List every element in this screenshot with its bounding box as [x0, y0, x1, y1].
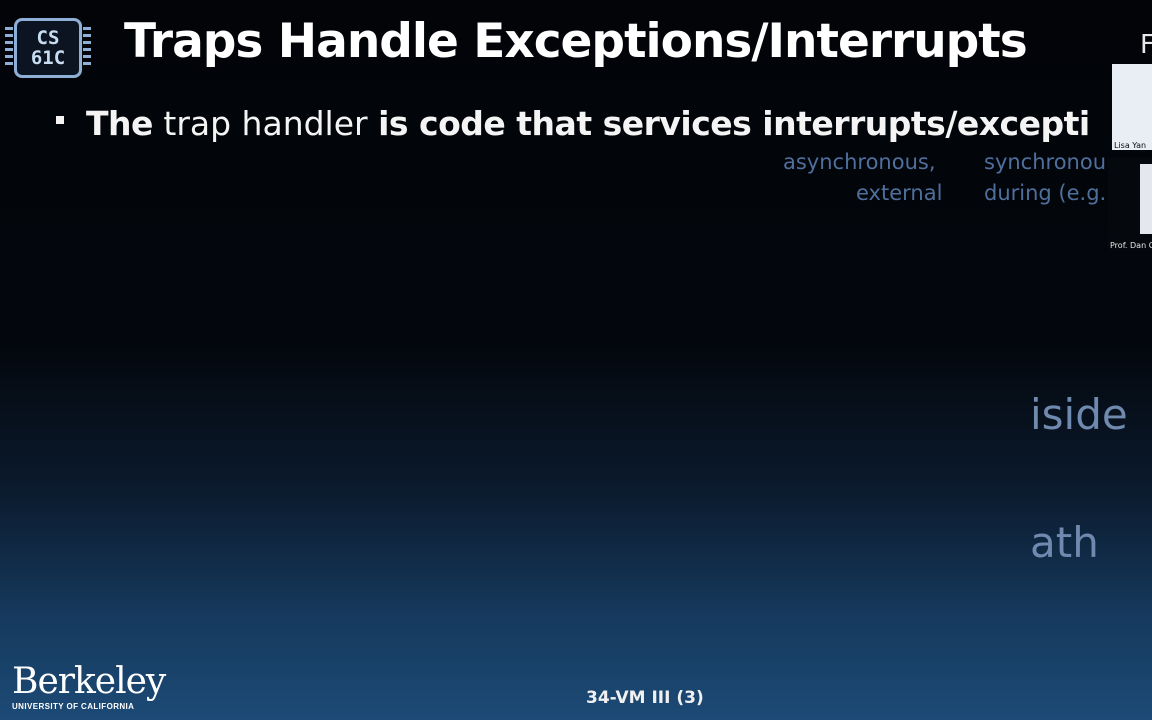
- overlay-text-async: asynchronous,: [783, 150, 936, 174]
- video-participants-panel: Lisa Yan Prof. Dan G: [1108, 62, 1152, 252]
- slide-number: 34-VM III (3): [586, 688, 704, 708]
- bullet-square-icon: [56, 115, 64, 124]
- cs61c-logo: CS 61C: [5, 18, 91, 78]
- participant-name: Lisa Yan: [1114, 141, 1147, 150]
- overlay-text-external: external: [856, 181, 943, 205]
- bullet-text-bold-2: is code that services interrupts/excepti: [378, 104, 1090, 143]
- bullet-text-bold-1: The: [86, 104, 153, 143]
- overlay-fragment-1: iside: [1030, 390, 1128, 439]
- berkeley-subtitle: UNIVERSITY OF CALIFORNIA: [12, 702, 135, 711]
- slide-title: Traps Handle Exceptions/Interrupts: [124, 14, 1028, 69]
- overlay-text-sync: synchronou: [984, 150, 1107, 174]
- berkeley-wordmark: Berkeley: [12, 661, 166, 702]
- overlay-fragment-2: ath: [1030, 518, 1099, 567]
- bullet-text-normal: trap handler: [163, 104, 368, 143]
- participant-tile[interactable]: Lisa Yan: [1112, 64, 1152, 150]
- edge-letter: F: [1140, 30, 1152, 60]
- participant-tile[interactable]: Prof. Dan G: [1108, 158, 1152, 250]
- video-feed: [1140, 164, 1152, 234]
- logo-line1: CS: [36, 27, 60, 49]
- berkeley-logo: Berkeley UNIVERSITY OF CALIFORNIA: [12, 661, 166, 712]
- logo-line2: 61C: [30, 47, 66, 69]
- participant-name: Prof. Dan G: [1110, 241, 1152, 250]
- overlay-text-during: during (e.g.: [984, 181, 1107, 205]
- bullet-point: The trap handler is code that services i…: [56, 104, 1112, 148]
